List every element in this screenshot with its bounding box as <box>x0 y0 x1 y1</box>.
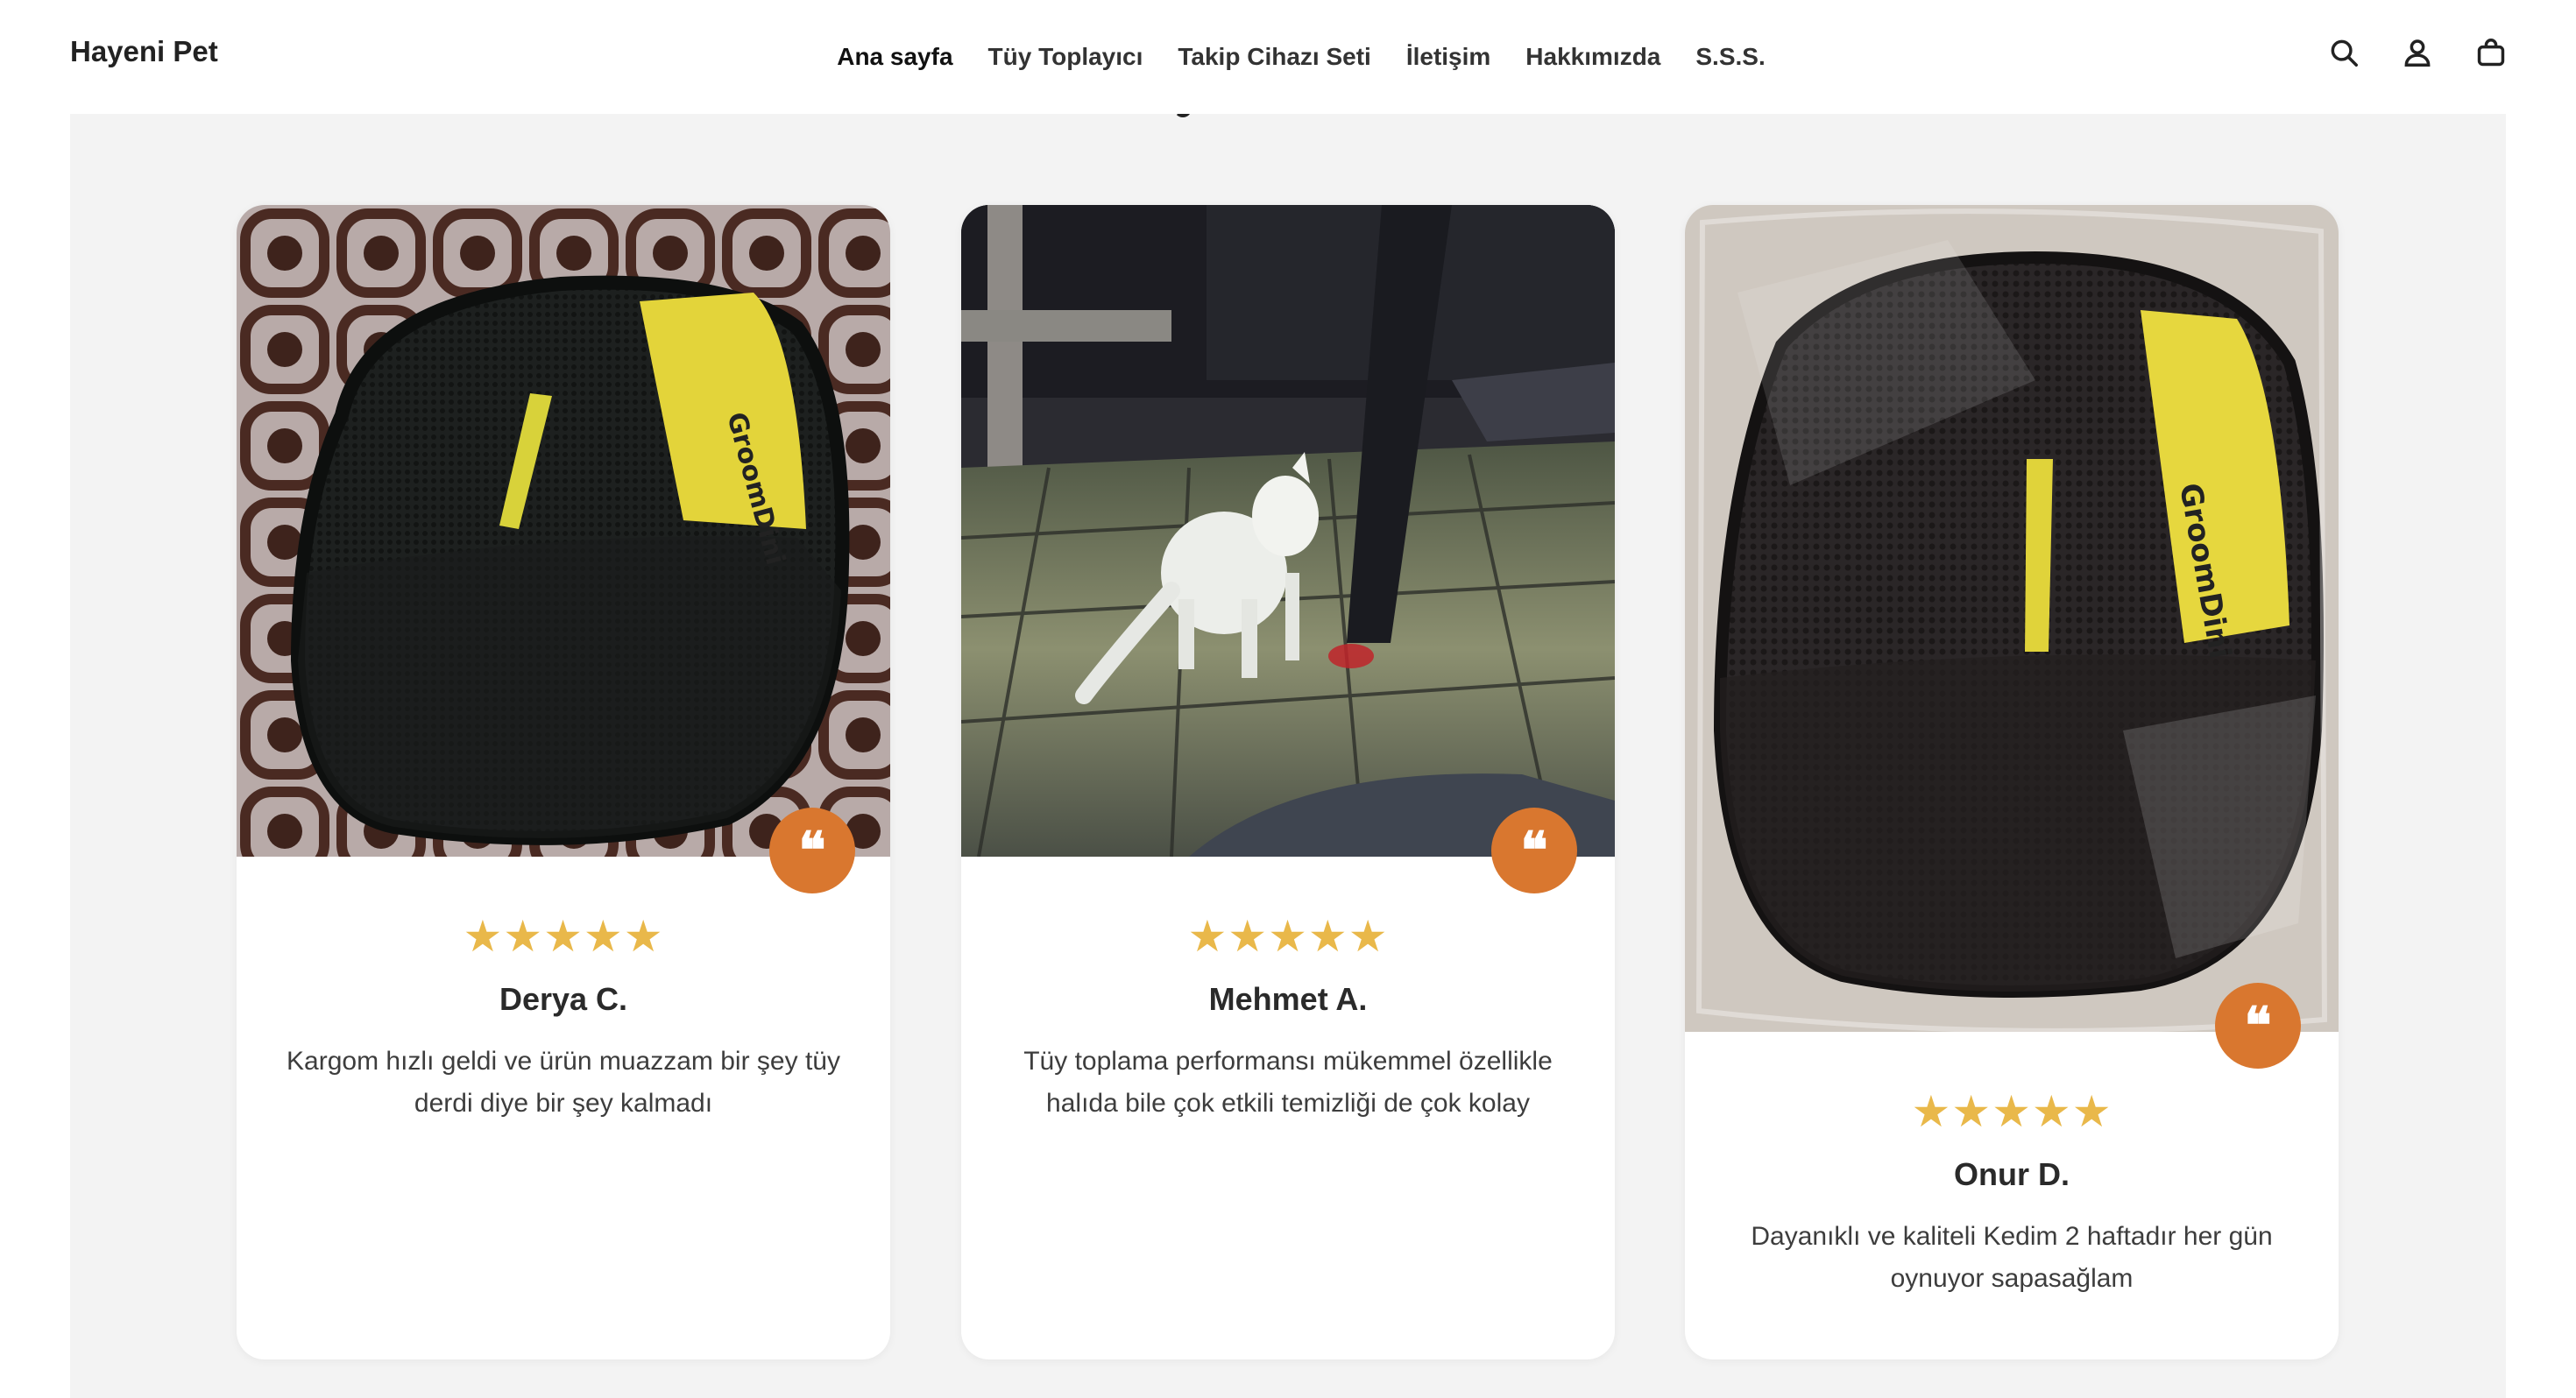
review-card: ❝ ★★★★★ Mehmet A. Tüy toplama performans… <box>961 205 1615 1359</box>
reviewer-name: Derya C. <box>499 981 628 1017</box>
nav-item-hair-collector[interactable]: Tüy Toplayıcı <box>988 43 1143 71</box>
review-photo: GroomDini <box>237 205 890 857</box>
review-photo: GroomDini <box>1685 205 2339 1032</box>
nav-item-tracker-set[interactable]: Takip Cihazı Seti <box>1178 43 1370 71</box>
glove-in-package-image: GroomDini <box>1685 205 2339 1032</box>
review-text: Dayanıklı ve kaliteli Kedim 2 haftadır h… <box>1751 1222 2273 1293</box>
review-text: Kargom hızlı geldi ve ürün muazzam bir ş… <box>287 1047 840 1118</box>
star-rating: ★★★★★ <box>1187 912 1389 961</box>
quote-icon: ❝ <box>2215 983 2301 1069</box>
cart-bag-icon[interactable] <box>2474 35 2508 70</box>
search-icon[interactable] <box>2327 35 2360 70</box>
review-card: GroomDini ❝ ★★★★★ Derya C. Kargom hızlı … <box>237 205 890 1359</box>
header-actions <box>2327 35 2508 70</box>
account-icon[interactable] <box>2401 35 2434 70</box>
review-card: GroomDini ❝ ★★★★★ Onur D. Dayanıklı ve k… <box>1685 205 2339 1359</box>
nav-item-faq[interactable]: S.S.S. <box>1695 43 1765 71</box>
cat-on-tiles-image <box>961 205 1615 857</box>
glove-on-rug-image: GroomDini <box>237 205 890 857</box>
star-rating: ★★★★★ <box>1911 1087 2112 1136</box>
star-rating: ★★★★★ <box>463 912 664 961</box>
nav-item-contact[interactable]: İletişim <box>1406 43 1490 71</box>
reviewer-name: Mehmet A. <box>1208 981 1368 1017</box>
nav-item-home[interactable]: Ana sayfa <box>837 43 952 71</box>
review-photo <box>961 205 1615 857</box>
nav-item-about[interactable]: Hakkımızda <box>1525 43 1660 71</box>
quote-icon: ❝ <box>1491 808 1577 893</box>
reviews-section: GroomDini ❝ ★★★★★ Derya C. Kargom hızlı … <box>70 114 2506 1398</box>
main-nav: Ana sayfa Tüy Toplayıcı Takip Cihazı Set… <box>0 0 2576 114</box>
site-header: Hayeni Pet Ana sayfa Tüy Toplayıcı Takip… <box>0 0 2576 114</box>
reviewer-name: Onur D. <box>1954 1156 2070 1192</box>
quote-icon: ❝ <box>769 808 855 893</box>
review-text: Tüy toplama performansı mükemmel özellik… <box>1023 1047 1553 1118</box>
